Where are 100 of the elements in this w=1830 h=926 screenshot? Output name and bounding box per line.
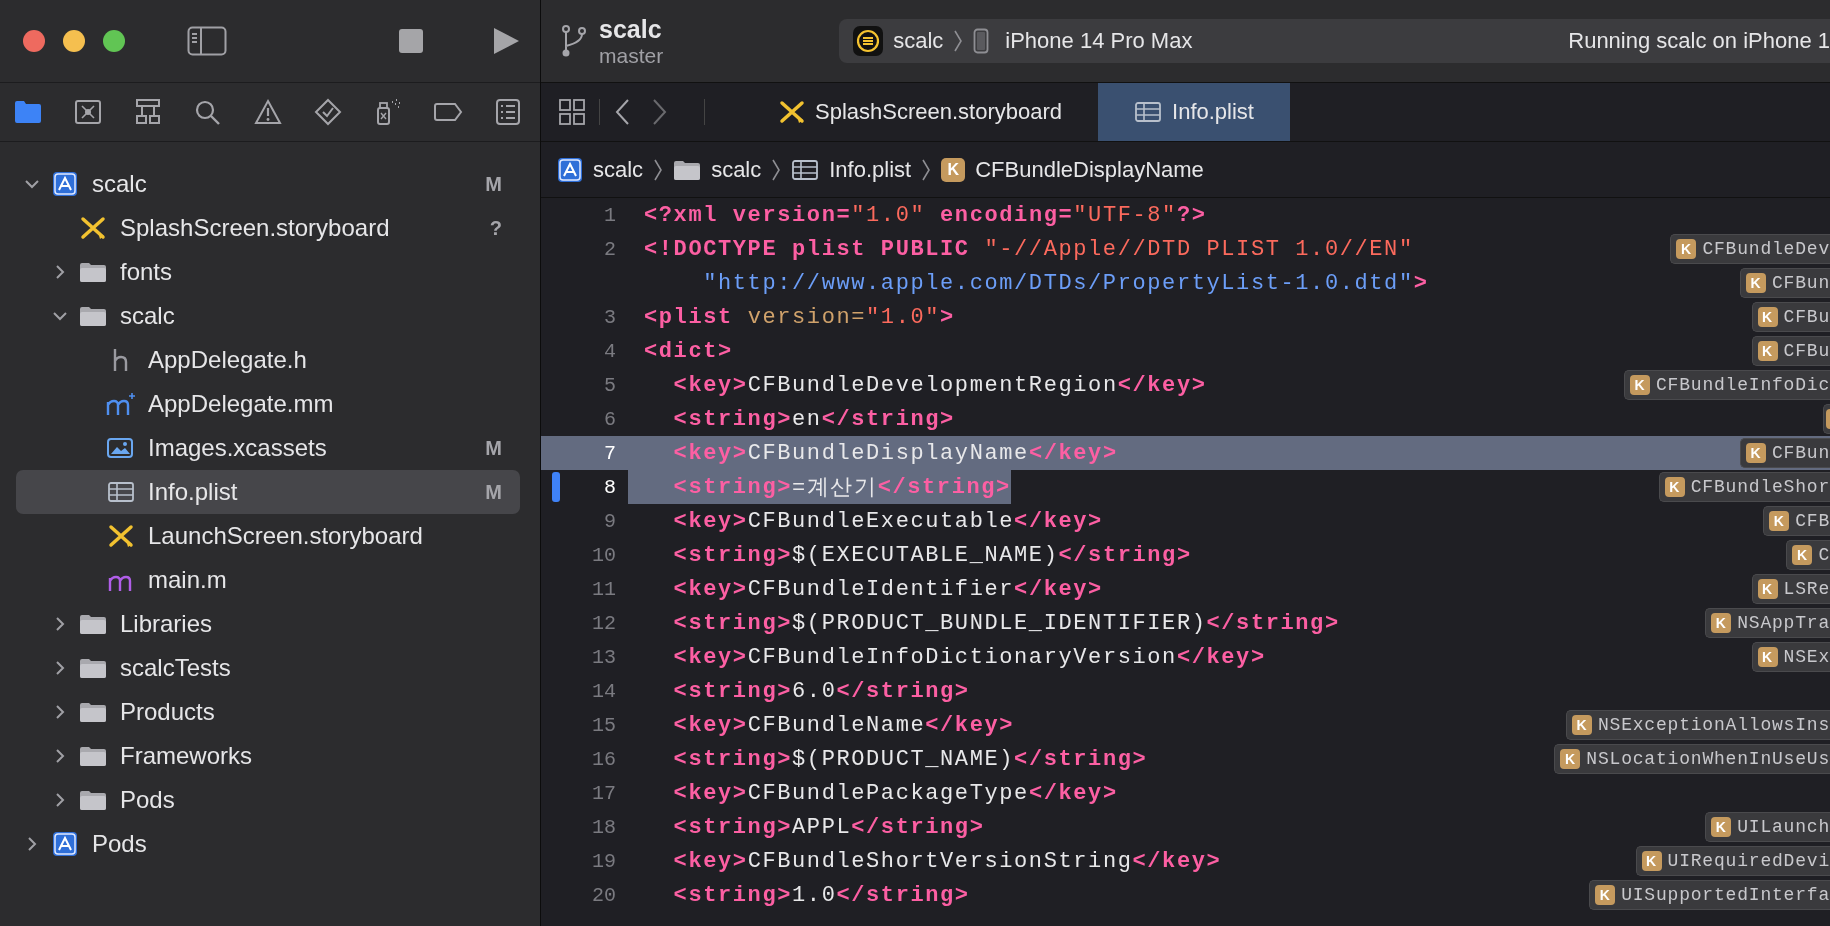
code-line: <dict> — [643, 337, 733, 366]
line-number: 11 — [592, 577, 616, 601]
sidebar-toggle-icon[interactable] — [187, 26, 227, 56]
key-outline-chip[interactable]: K CFBundleInfoDic — [1623, 370, 1830, 400]
scheme-name[interactable]: scalc — [893, 28, 944, 54]
code-line: <key>CFBundleExecutable</key> — [672, 507, 1103, 536]
m-plus-file-icon — [106, 391, 136, 417]
file-tree-item[interactable]: SplashScreen.storyboard ? — [16, 206, 520, 250]
line-number: 14 — [592, 679, 616, 703]
file-tree-item[interactable]: Pods — [16, 778, 520, 822]
key-outline-chip[interactable]: K CFB — [1763, 506, 1830, 536]
folder-icon — [79, 745, 107, 767]
hierarchy-icon[interactable] — [133, 98, 163, 126]
status-label: M — [485, 172, 502, 196]
file-tree-item[interactable]: Images.xcassets M — [16, 426, 520, 470]
code-line: <key>CFBundleIdentifier</key> — [672, 575, 1103, 604]
warning-icon[interactable] — [253, 98, 283, 126]
square-x-icon[interactable] — [73, 98, 103, 126]
file-tree-item[interactable]: main.m — [16, 558, 520, 602]
key-outline-chip[interactable]: K C — [1786, 540, 1830, 570]
phone-icon — [973, 28, 990, 54]
code-line: <string>en</string> — [672, 405, 955, 434]
key-outline-chip[interactable]: K NSEx — [1751, 642, 1830, 672]
key-outline-chip[interactable]: K UIRequiredDevi — [1635, 846, 1830, 876]
editor-tab[interactable]: SplashScreen.storyboard — [743, 83, 1099, 141]
breadcrumb-item[interactable]: scalc — [557, 156, 644, 183]
file-tree-item[interactable]: Libraries — [16, 602, 520, 646]
breadcrumb-chevron-icon — [653, 157, 664, 182]
file-tree-item[interactable]: LaunchScreen.storyboard — [16, 514, 520, 558]
file-tree-item[interactable]: Info.plist M — [16, 470, 520, 514]
key-outline-chip[interactable]: K LSRe — [1751, 574, 1830, 604]
zoom-button[interactable] — [103, 30, 125, 52]
back-icon[interactable] — [614, 98, 630, 126]
forward-icon[interactable] — [652, 98, 668, 126]
diamond-check-icon[interactable] — [313, 98, 343, 126]
code-line: <plist version="1.0"> — [643, 303, 955, 332]
line-number: 13 — [592, 645, 616, 669]
key-outline-chip[interactable]: K CFBun — [1740, 268, 1830, 298]
key-outline-chip[interactable]: K NSExceptionAllowsIns — [1565, 710, 1830, 740]
storyboard-icon — [108, 524, 134, 548]
key-outline-chip[interactable]: K CFBu — [1751, 336, 1830, 366]
file-tree-item[interactable]: Products — [16, 690, 520, 734]
app-project-icon — [557, 156, 583, 183]
minimize-button[interactable] — [63, 30, 85, 52]
code-line: <?xml version="1.0" encoding="UTF-8"?> — [643, 201, 1207, 230]
table-icon — [1134, 101, 1163, 123]
key-outline-chip[interactable]: K CFBundleDev — [1670, 234, 1830, 264]
line-number: 8 — [604, 475, 616, 499]
key-outline-chip[interactable]: K NSAppTra — [1705, 608, 1830, 638]
file-tree-item[interactable]: AppDelegate.h — [16, 338, 520, 382]
storyboard-icon — [80, 216, 106, 240]
file-tree-item[interactable]: Pods — [16, 822, 520, 866]
folder-icon[interactable] — [13, 98, 43, 126]
line-number: 19 — [592, 849, 616, 873]
editor-tab[interactable]: Info.plist — [1098, 83, 1290, 141]
file-tree-item[interactable]: scalc — [16, 294, 520, 338]
key-outline-chip[interactable]: K UISupportedInterfa — [1589, 880, 1830, 910]
key-outline-chip[interactable]: K CFBun — [1740, 438, 1830, 468]
image-assets-icon — [106, 435, 136, 461]
breadcrumb-chevron-icon — [921, 157, 932, 182]
line-number: 17 — [592, 781, 616, 805]
grid-icon[interactable] — [559, 99, 585, 125]
line-number: 3 — [604, 305, 616, 329]
list-icon[interactable] — [493, 98, 523, 126]
device-name[interactable]: iPhone 14 Pro Max — [1005, 28, 1193, 54]
app-project-icon — [52, 171, 78, 197]
folder-icon — [79, 789, 107, 811]
breadcrumb-item[interactable]: CFBundleDisplayName — [975, 156, 1204, 183]
close-button[interactable] — [23, 30, 45, 52]
key-outline-chip[interactable]: K UILaunch — [1705, 812, 1830, 842]
line-number: 15 — [592, 713, 616, 737]
key-outline-chip[interactable]: K CFBundleShor — [1658, 472, 1830, 502]
line-number: 18 — [592, 815, 616, 839]
line-number: 1 — [604, 203, 616, 227]
code-line: <string>$(EXECUTABLE_NAME)</string> — [672, 541, 1192, 570]
folder-icon — [79, 261, 107, 283]
key-outline-chip[interactable] — [1823, 404, 1830, 434]
code-line: <string>1.0</string> — [672, 881, 970, 910]
line-number: 6 — [604, 407, 616, 431]
file-tree-item[interactable]: Frameworks — [16, 734, 520, 778]
code-line: "http://www.apple.com/DTDs/PropertyList-1.0.dtd"> — [702, 269, 1429, 298]
run-icon[interactable] — [492, 27, 520, 55]
app-icon[interactable] — [853, 26, 884, 56]
breadcrumb-item[interactable]: Info.plist — [791, 156, 912, 183]
file-tree-item[interactable]: fonts — [16, 250, 520, 294]
file-tree-item[interactable]: scalcTests — [16, 646, 520, 690]
folder-icon — [79, 613, 107, 635]
file-tree-item[interactable]: AppDelegate.mm — [16, 382, 520, 426]
app-project-icon — [52, 831, 78, 857]
table-icon — [791, 158, 820, 181]
branch-icon — [561, 24, 587, 58]
line-number: 10 — [592, 543, 616, 567]
file-tree-item[interactable]: scalc M — [16, 162, 520, 206]
code-line: <key>CFBundleDevelopmentRegion</key> — [672, 371, 1207, 400]
key-badge-icon: K — [941, 157, 966, 182]
code-line: <string>APPL</string> — [672, 813, 985, 842]
key-outline-chip[interactable]: K NSLocationWhenInUseUs — [1554, 744, 1830, 774]
key-outline-chip[interactable]: K CFBu — [1751, 302, 1830, 332]
breadcrumb-item[interactable]: scalc — [673, 156, 762, 183]
table-icon — [107, 481, 135, 503]
